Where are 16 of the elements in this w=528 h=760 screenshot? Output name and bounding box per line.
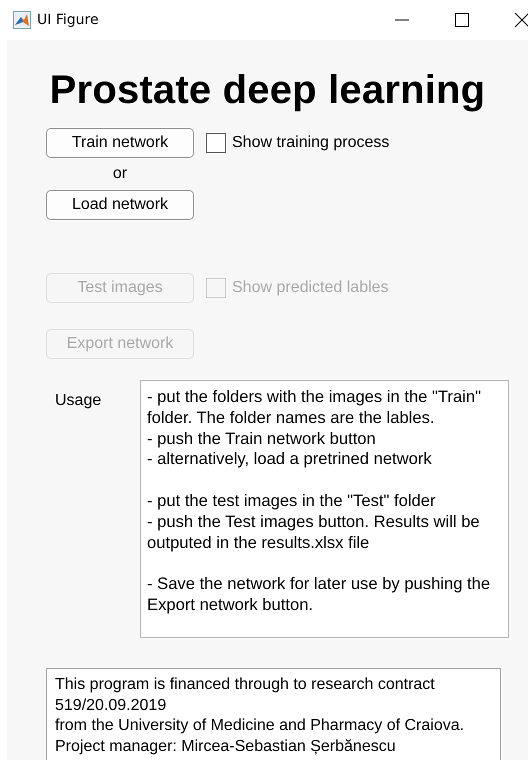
app-logo-icon (13, 11, 31, 29)
close-icon[interactable] (514, 12, 528, 28)
info-text-area[interactable]: This program is financed through to research contract 519/20.09.2019 from the University of Medicine and Pharmacy of Craiova. Project manager: Mircea-Sebastian Șerbănescu (46, 668, 501, 760)
usage-text-area[interactable]: - put the folders with the images in the "Train" folder. The folder names are the lables. - push the Train network button - alternatively, load a pretrined network - put the test images in the "Test" folder - push the Test images button. Results will be outputed in the results.xlsx file - Save the network for later use by pushing the Export network button. (140, 380, 509, 638)
checkbox[interactable] (206, 132, 226, 152)
checkbox-label: Show training process (232, 134, 390, 152)
window-title: UI Figure (37, 12, 99, 28)
usage-label: Usage (55, 391, 102, 411)
action-button[interactable]: Load network (46, 190, 194, 220)
action-button[interactable]: Train network (46, 128, 194, 158)
info-line: from the University of Medicine and Pharmacy of Craiova. (55, 716, 466, 736)
maximize-icon[interactable] (454, 12, 470, 28)
app-heading: Prostate deep learning (48, 68, 486, 113)
info-line: Project manager: Mircea-Sebastian Șerbănescu (55, 736, 397, 756)
checkbox-label: Show predicted lables (232, 278, 389, 296)
or-label: or (112, 165, 128, 182)
